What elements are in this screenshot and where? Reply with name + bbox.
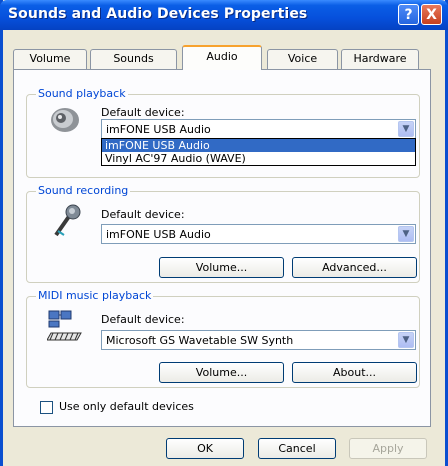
tab-audio[interactable]: Audio [182,45,262,70]
close-button[interactable]: X [421,4,442,25]
playback-device-select[interactable]: imFONE USB Audio ▼ [101,119,416,139]
playback-group-label: Sound playback [36,87,128,100]
use-only-default-label: Use only default devices [59,400,194,413]
playback-device-value: imFONE USB Audio [106,123,211,136]
recording-advanced-button[interactable]: Advanced... [292,257,417,278]
chevron-down-icon[interactable]: ▼ [398,332,414,348]
tab-volume[interactable]: Volume [13,49,87,69]
ok-button[interactable]: OK [166,438,244,459]
midi-default-label: Default device: [101,313,185,326]
dropdown-option-vinyl[interactable]: Vinyl AC'97 Audio (WAVE) [102,152,415,165]
use-only-default-checkbox[interactable] [40,401,53,414]
midi-about-button[interactable]: About... [292,362,417,383]
playback-device-dropdown: imFONE USB Audio Vinyl AC'97 Audio (WAVE… [101,138,416,166]
tab-hardware[interactable]: Hardware [341,49,419,69]
chevron-down-icon[interactable]: ▼ [398,121,414,137]
window-title: Sounds and Audio Devices Properties [8,6,308,22]
speaker-icon [51,108,79,132]
recording-group-label: Sound recording [36,184,131,197]
midi-group-label: MIDI music playback [36,289,154,302]
recording-default-label: Default device: [101,208,185,221]
tab-sounds[interactable]: Sounds [90,49,177,69]
recording-volume-button[interactable]: Volume... [159,257,284,278]
apply-button[interactable]: Apply [349,438,427,459]
microphone-icon [54,204,81,237]
recording-device-select[interactable]: imFONE USB Audio ▼ [101,224,416,244]
recording-device-value: imFONE USB Audio [106,228,211,241]
help-button[interactable]: ? [398,4,419,25]
midi-keyboard-icon [47,310,82,341]
title-bar[interactable]: Sounds and Audio Devices Properties ? X [0,0,448,30]
midi-device-select[interactable]: Microsoft GS Wavetable SW Synth ▼ [101,330,416,350]
cancel-button[interactable]: Cancel [258,438,336,459]
chevron-down-icon[interactable]: ▼ [398,226,414,242]
dropdown-option-imfone[interactable]: imFONE USB Audio [102,139,415,152]
midi-volume-button[interactable]: Volume... [159,362,284,383]
tab-voice[interactable]: Voice [267,49,338,69]
midi-device-value: Microsoft GS Wavetable SW Synth [106,334,294,347]
playback-default-label: Default device: [101,106,185,119]
